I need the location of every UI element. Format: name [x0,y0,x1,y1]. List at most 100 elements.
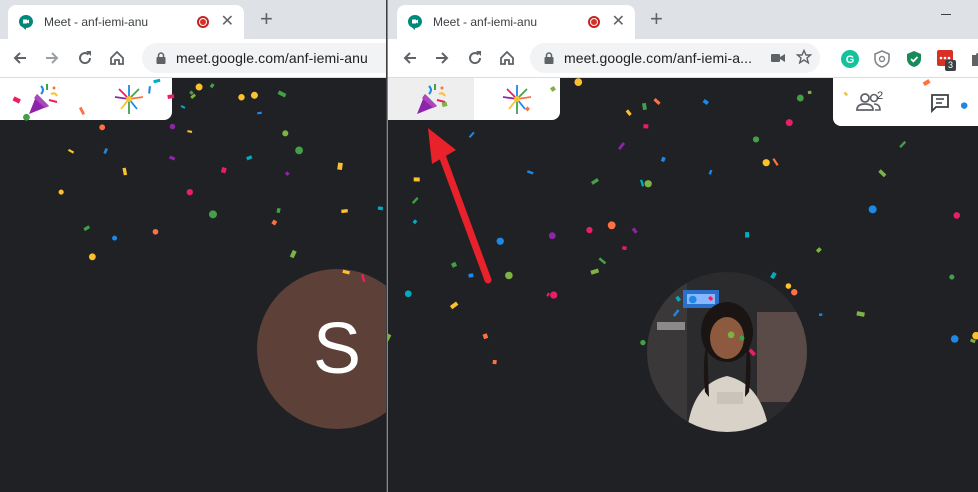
minimize-button[interactable] [941,14,951,15]
reactions-bar [0,78,172,120]
reload-button[interactable] [73,46,97,70]
confetti-piece [949,274,955,280]
confetti-piece [412,219,418,225]
confetti-piece [856,311,865,317]
confetti-piece [868,205,877,214]
reload-button[interactable] [463,46,487,70]
confetti-piece [482,333,489,340]
new-tab-button[interactable]: + [260,8,273,30]
tab-strip: Meet - anf-iemi-anu ✕ + [0,0,387,39]
confetti-piece [449,301,459,310]
address-bar[interactable]: meet.google.com/anf-iemi-anu [142,43,387,73]
confetti-piece [257,111,262,115]
confetti-piece [337,162,343,171]
confetti-piece [815,247,822,253]
confetti-piece [526,170,534,175]
confetti-piece [83,225,91,232]
confetti-piece [708,169,713,175]
lock-icon [156,52,166,64]
tab-close-icon[interactable]: ✕ [221,14,234,30]
confetti-piece [641,102,647,111]
back-button[interactable] [8,46,32,70]
tab-title: Meet - anf-iemi-anu [44,15,149,29]
confetti-piece [88,253,96,261]
confetti-piece [468,273,474,278]
star-icon[interactable] [796,49,812,65]
forward-arrow-icon [46,52,59,64]
address-bar[interactable]: meet.google.com/anf-iemi-a... [530,43,820,73]
meet-icon [19,15,33,30]
forward-button[interactable] [430,46,454,70]
confetti-piece [590,177,600,185]
confetti-piece [660,156,666,163]
tab-meet[interactable]: Meet - anf-iemi-anu ✕ [397,5,635,39]
tab-close-icon[interactable]: ✕ [612,14,625,30]
forward-button[interactable] [40,46,64,70]
participant-photo [647,272,807,432]
home-button[interactable] [495,46,519,70]
confetti-piece [496,237,504,245]
confetti-piece [702,99,709,106]
confetti-piece [295,146,303,155]
extension-badge: 3 [945,60,957,71]
home-button[interactable] [105,46,129,70]
reload-icon [79,51,92,65]
confetti-piece [492,359,497,365]
reaction-fireworks[interactable] [86,78,172,120]
tab-meet[interactable]: Meet - anf-iemi-anu ✕ [8,5,244,39]
puzzle-icon[interactable] [968,49,978,69]
confetti-piece [762,159,770,167]
security-extension-icon[interactable] [904,49,924,69]
confetti-piece [169,123,176,130]
confetti-piece [67,148,75,154]
forward-arrow-icon [436,52,449,64]
confetti-piece [377,206,384,211]
confetti-piece [639,179,645,187]
reaction-party-popper[interactable] [0,78,86,120]
confetti-piece [195,83,203,91]
url-text: meet.google.com/anf-iemi-a... [564,50,753,66]
reaction-fireworks[interactable] [474,78,560,120]
confetti-piece [622,246,627,251]
meet-icon [408,15,422,30]
confetti-piece [388,333,392,342]
url-text: meet.google.com/anf-iemi-anu [176,50,368,66]
confetti-piece [796,94,804,102]
confetti-piece [271,219,278,226]
confetti-piece [785,283,792,289]
confetti-piece [180,105,186,109]
back-button[interactable] [398,46,422,70]
confetti-piece [58,189,64,195]
confetti-piece [246,155,253,161]
party-popper-icon [417,84,446,114]
confetti-piece [643,124,649,129]
confetti-piece [411,197,419,204]
svg-text:G: G [846,54,855,66]
fireworks-icon [114,85,144,114]
new-tab-button[interactable]: + [650,8,663,30]
confetti-piece [277,90,287,98]
participant-video-avatar [647,272,807,432]
confetti-piece [550,291,558,299]
confetti-piece [625,109,632,116]
reaction-party-popper[interactable] [388,78,474,120]
confetti-piece [785,119,793,127]
confetti-piece [598,257,607,265]
confetti-piece [618,142,626,150]
home-icon [500,50,514,65]
meeting-controls-top-right: 2 [833,78,978,126]
confetti-piece [745,232,750,238]
tab-title: Meet - anf-iemi-anu [433,15,538,29]
confetti-piece [289,249,297,259]
confetti-piece [969,338,976,344]
shield-icon[interactable] [872,49,892,69]
confetti-piece [505,271,513,280]
camera-icon[interactable] [770,51,786,65]
confetti-piece [112,235,118,241]
chat-icon[interactable] [929,92,951,114]
confetti-piece [607,221,616,230]
extension-with-badge[interactable]: 3 [936,49,957,71]
confetti-piece [468,131,475,138]
confetti-piece [284,171,290,176]
grammarly-icon[interactable]: G [840,49,860,69]
